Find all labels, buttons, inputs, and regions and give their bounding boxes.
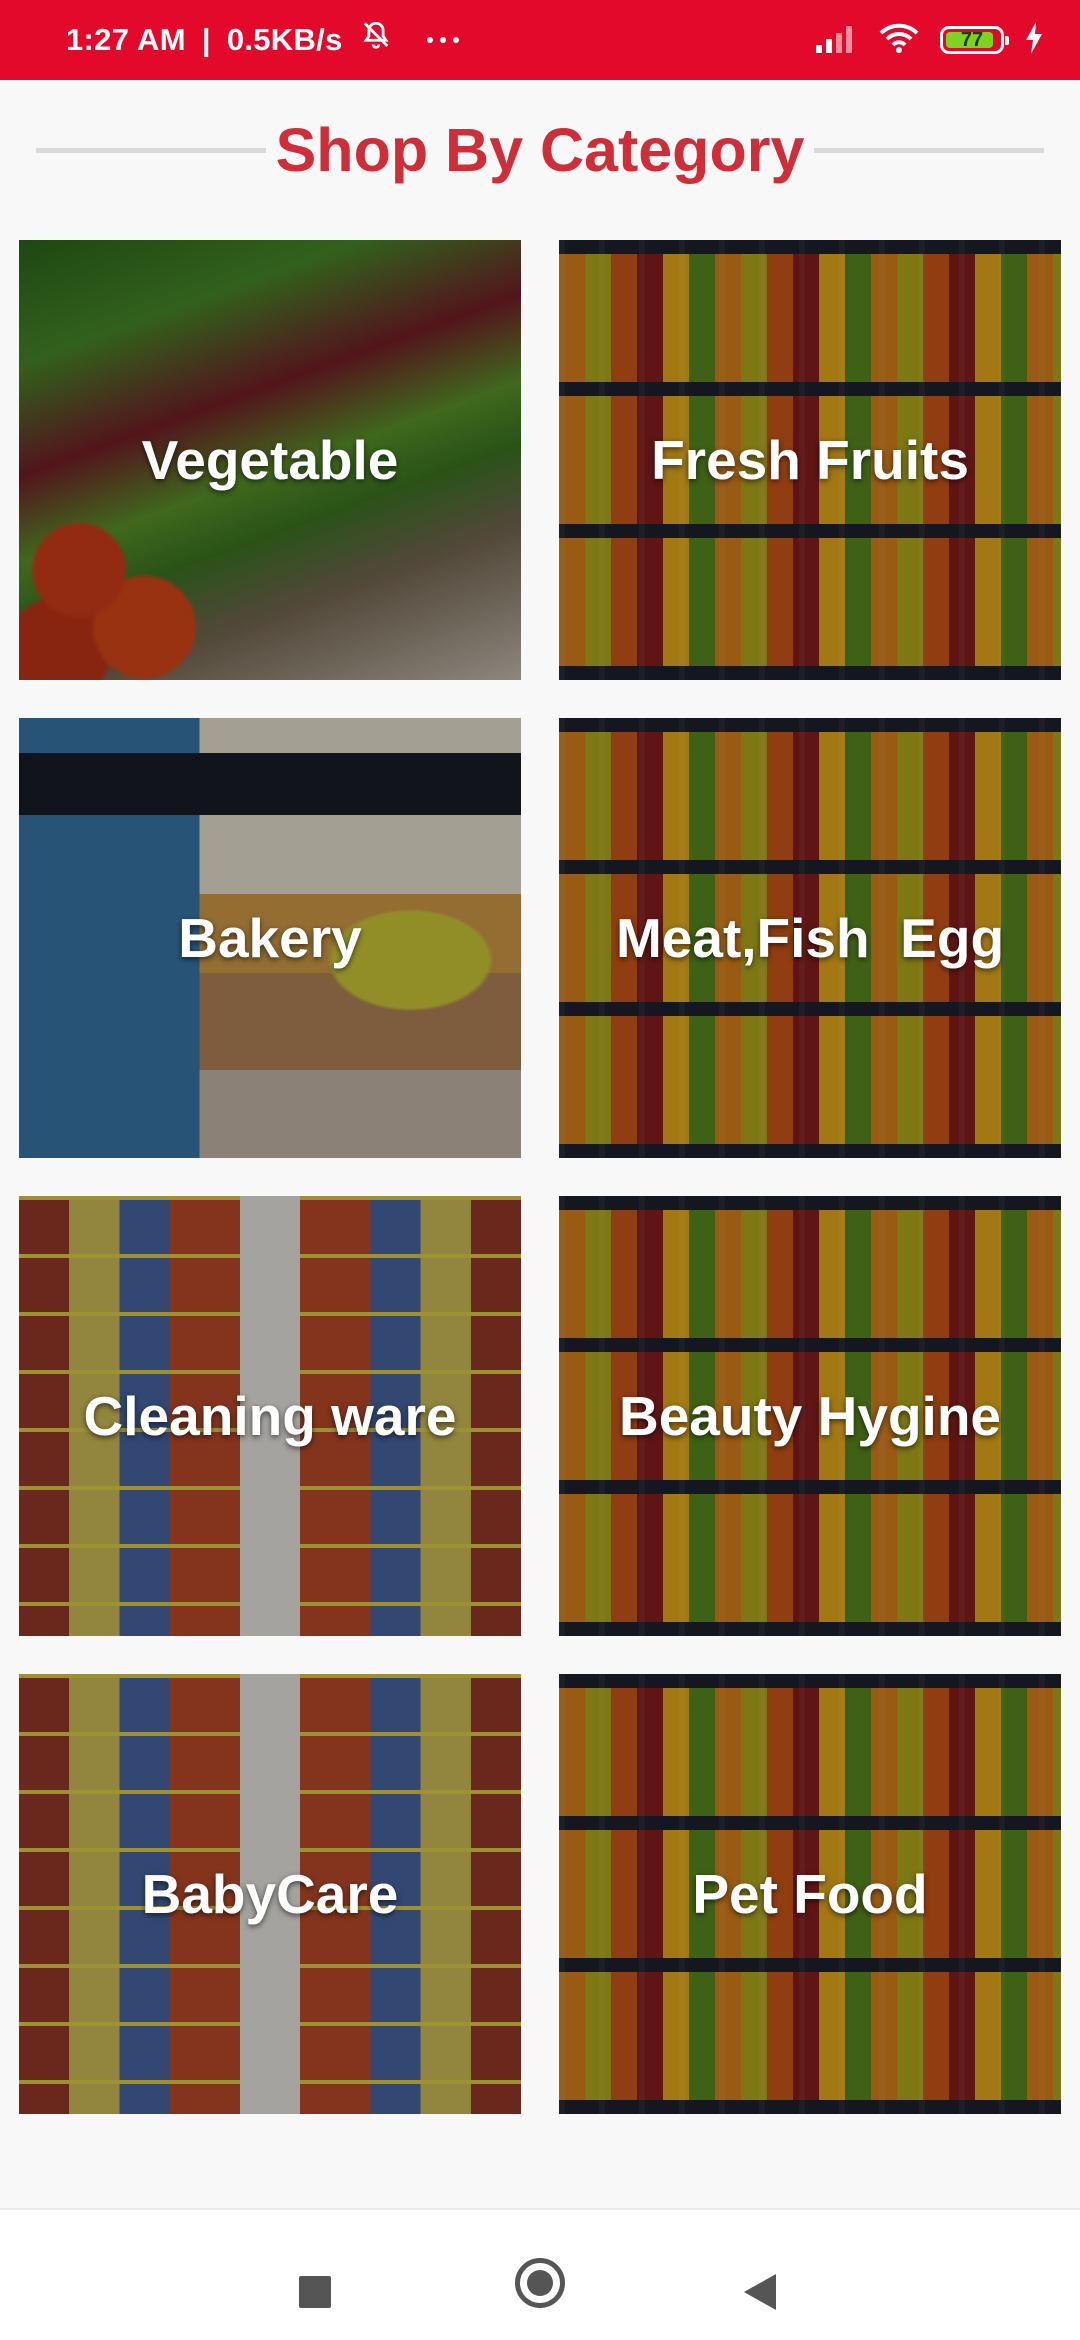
category-label: Fresh Fruits <box>651 429 969 491</box>
category-tile-meat-fish-egg[interactable]: Meat,Fish Egg <box>559 718 1061 1158</box>
category-tile-vegetable[interactable]: Vegetable <box>19 240 521 680</box>
back-triangle-icon[interactable] <box>744 2274 776 2310</box>
system-nav-bar <box>0 2208 1080 2340</box>
more-dots-icon <box>426 37 459 43</box>
status-net-speed: 0.5KB/s <box>226 22 343 57</box>
category-label: Bakery <box>178 907 362 969</box>
home-circle-icon[interactable] <box>515 2258 565 2308</box>
page-title: Shop By Category <box>275 116 805 184</box>
category-label: Cleaning ware <box>83 1385 457 1447</box>
category-label: Vegetable <box>141 429 399 491</box>
battery-icon: 77 <box>940 26 1009 54</box>
recents-square-icon[interactable] <box>299 2276 331 2308</box>
category-grid: Vegetable Fresh Fruits Bakery Meat,Fish … <box>19 240 1061 2114</box>
category-label: Beauty Hygine <box>618 1385 1002 1447</box>
category-label: Pet Food <box>692 1863 928 1925</box>
charging-bolt-icon <box>1024 21 1044 59</box>
category-tile-babycare[interactable]: BabyCare <box>19 1674 521 2114</box>
wifi-icon <box>878 22 920 59</box>
status-time: 1:27 AM <box>66 22 186 57</box>
status-right: 77 <box>816 0 1044 80</box>
category-tile-bakery[interactable]: Bakery <box>19 718 521 1158</box>
heading-divider-right <box>814 147 1044 153</box>
status-left: 1:27 AM | 0.5KB/s <box>66 0 459 80</box>
status-bar: 1:27 AM | 0.5KB/s 77 <box>0 0 1080 80</box>
category-label: BabyCare <box>141 1863 399 1925</box>
category-label: Meat,Fish Egg <box>615 907 1005 969</box>
battery-percent: 77 <box>960 28 984 51</box>
category-tile-pet-food[interactable]: Pet Food <box>559 1674 1061 2114</box>
status-separator: | <box>201 22 211 57</box>
mute-bell-icon <box>359 19 393 61</box>
category-tile-beauty-hygine[interactable]: Beauty Hygine <box>559 1196 1061 1636</box>
category-tile-cleaning-ware[interactable]: Cleaning ware <box>19 1196 521 1636</box>
section-heading: Shop By Category <box>36 112 1044 188</box>
heading-divider-left <box>36 147 266 153</box>
signal-icon <box>816 23 858 58</box>
category-tile-fresh-fruits[interactable]: Fresh Fruits <box>559 240 1061 680</box>
